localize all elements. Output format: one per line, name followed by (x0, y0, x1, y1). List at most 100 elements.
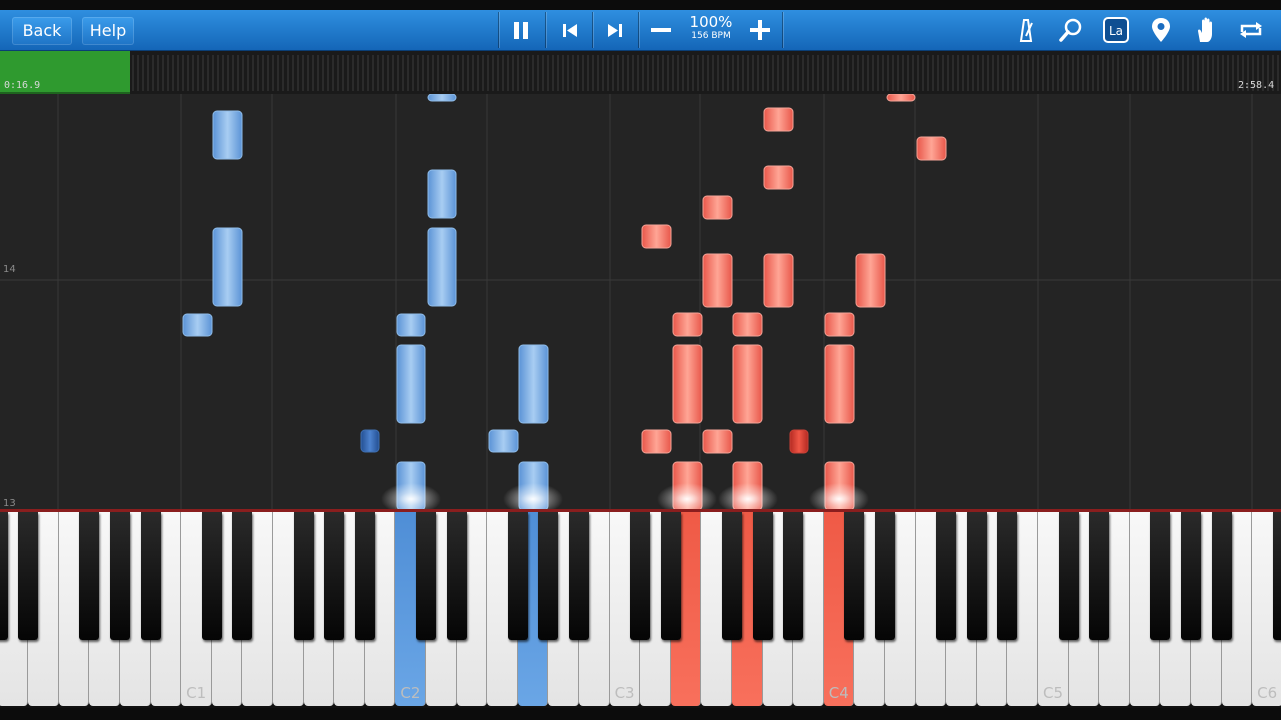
timeline-tick (1072, 55, 1074, 91)
timeline-tick (227, 55, 229, 91)
black-key-asharp1[interactable] (354, 512, 375, 640)
plus-icon[interactable] (744, 14, 776, 46)
timeline-tick (312, 55, 314, 91)
black-key-gsharp3[interactable] (752, 512, 773, 640)
timeline-tick (607, 55, 609, 91)
black-key-dsharp0[interactable] (18, 512, 39, 640)
zoom-icon[interactable] (1055, 14, 1087, 46)
timeline-tick (382, 55, 384, 91)
black-key-gsharp0[interactable] (110, 512, 130, 640)
black-key-csharp2[interactable] (416, 512, 436, 640)
right-hand-note (824, 344, 855, 424)
timeline-tick (802, 55, 804, 91)
timeline-tick (252, 55, 254, 91)
location-pin-icon[interactable] (1145, 14, 1177, 46)
metronome-icon[interactable] (1010, 14, 1042, 46)
timeline-tick (642, 55, 644, 91)
timeline-tick (1052, 55, 1054, 91)
previous-icon[interactable] (554, 14, 586, 46)
black-key-csharp1[interactable] (201, 512, 222, 640)
timeline-tick (1202, 55, 1204, 91)
timeline-tick (182, 55, 184, 91)
timeline-tick (772, 55, 774, 91)
black-key-gsharp4[interactable] (966, 512, 987, 640)
black-key-csharp3[interactable] (630, 512, 651, 640)
loop-icon[interactable] (1235, 14, 1267, 46)
timeline-tick (637, 55, 639, 91)
black-key-gsharp5[interactable] (1181, 512, 1201, 640)
black-key-fsharp0[interactable] (79, 512, 100, 640)
timeline-tick (882, 55, 884, 91)
black-key-fsharp4[interactable] (936, 512, 957, 640)
timeline-tick (737, 55, 739, 91)
timeline-tick (1107, 55, 1109, 91)
black-key-csharp6[interactable] (1272, 512, 1281, 640)
hand-icon[interactable] (1190, 14, 1222, 46)
black-key-dsharp1[interactable] (232, 512, 253, 640)
timeline-tick (212, 55, 214, 91)
song-timeline[interactable] (0, 51, 1281, 94)
black-key-csharp0[interactable] (0, 512, 8, 640)
label-icon[interactable]: La (1100, 14, 1132, 46)
black-key-asharp0[interactable] (140, 512, 161, 640)
timeline-tick (277, 55, 279, 91)
black-key-dsharp5[interactable] (1089, 512, 1110, 640)
timeline-tick (662, 55, 664, 91)
black-key-csharp5[interactable] (1058, 512, 1079, 640)
timeline-tick (157, 55, 159, 91)
timeline-tick (1092, 55, 1094, 91)
black-key-dsharp4[interactable] (875, 512, 895, 640)
timeline-tick (927, 55, 929, 91)
timeline-tick (1102, 55, 1104, 91)
key-hit-spark (809, 483, 869, 510)
timeline-tick (1007, 55, 1009, 91)
timeline-tick (267, 55, 269, 91)
black-key-asharp3[interactable] (783, 512, 804, 640)
timeline-tick (887, 55, 889, 91)
next-icon[interactable] (599, 14, 631, 46)
help-button[interactable]: Help (82, 17, 134, 45)
timeline-tick (402, 55, 404, 91)
black-key-dsharp2[interactable] (446, 512, 467, 640)
total-time: 2:58.4 (1238, 80, 1275, 91)
timeline-tick (302, 55, 304, 91)
right-hand-note (702, 195, 733, 220)
timeline-tick (1002, 55, 1004, 91)
timeline-tick (347, 55, 349, 91)
black-key-fsharp2[interactable] (507, 512, 528, 640)
timeline-tick (947, 55, 949, 91)
back-button[interactable]: Back (12, 17, 72, 45)
black-key-csharp4[interactable] (844, 512, 865, 640)
pause-icon[interactable] (505, 14, 537, 46)
timeline-tick (1012, 55, 1014, 91)
black-key-asharp5[interactable] (1211, 512, 1232, 640)
timeline-tick (1177, 55, 1179, 91)
timeline-tick (422, 55, 424, 91)
black-key-gsharp2[interactable] (538, 512, 559, 640)
black-key-fsharp3[interactable] (722, 512, 742, 640)
timeline-tick (1122, 55, 1124, 91)
timeline-tick (1047, 55, 1049, 91)
timeline-tick (807, 55, 809, 91)
timeline-tick (142, 55, 144, 91)
timeline-tick (412, 55, 414, 91)
black-key-fsharp1[interactable] (293, 512, 314, 640)
timeline-tick (597, 55, 599, 91)
timeline-tick (282, 55, 284, 91)
black-key-asharp4[interactable] (997, 512, 1018, 640)
timeline-tick (1157, 55, 1159, 91)
timeline-tick (1077, 55, 1079, 91)
black-key-gsharp1[interactable] (324, 512, 345, 640)
timeline-tick (1127, 55, 1129, 91)
black-key-dsharp3[interactable] (660, 512, 681, 640)
timeline-tick (767, 55, 769, 91)
minus-icon[interactable] (645, 14, 677, 46)
timeline-tick (777, 55, 779, 91)
left-hand-note (212, 110, 243, 160)
timeline-tick (922, 55, 924, 91)
octave-label: C1 (186, 684, 207, 702)
speed-percent: 100% (689, 13, 733, 31)
black-key-asharp2[interactable] (569, 512, 589, 640)
timeline-tick (392, 55, 394, 91)
black-key-fsharp5[interactable] (1150, 512, 1171, 640)
